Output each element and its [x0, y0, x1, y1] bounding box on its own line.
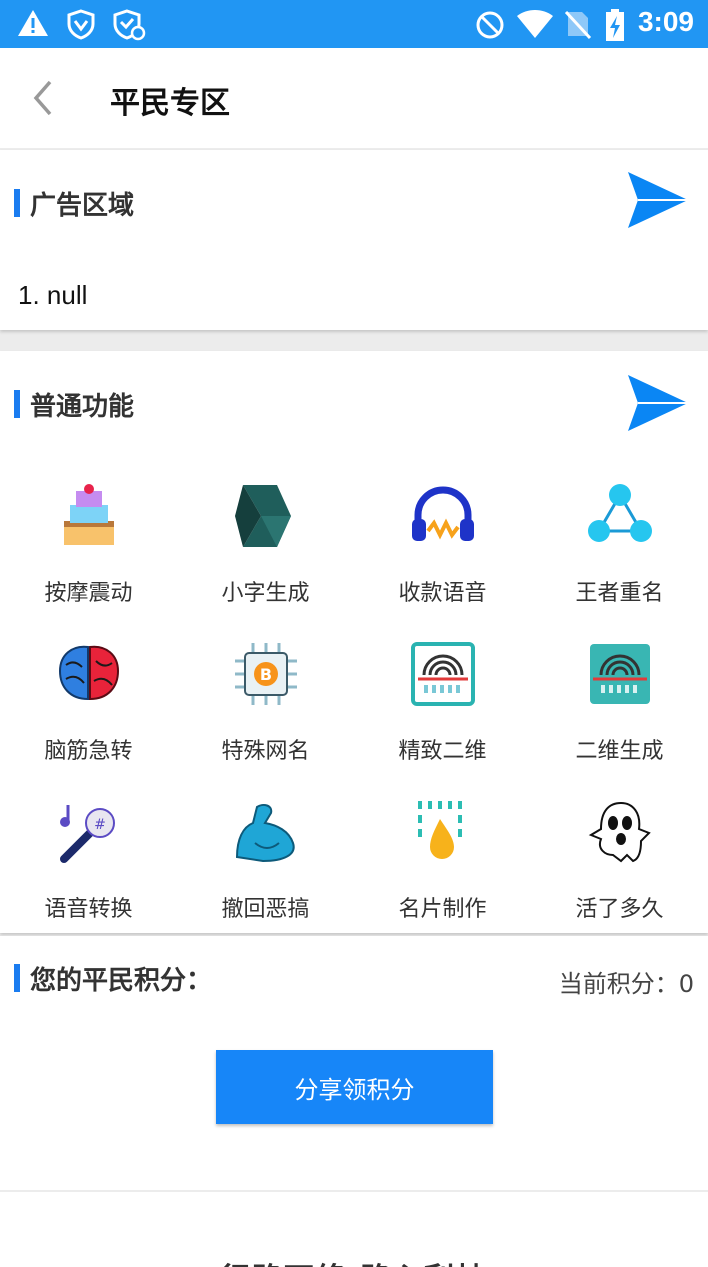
- feature-small-text[interactable]: 小字生成: [177, 483, 354, 633]
- footer-card: 行路可终 路心利持: [0, 1192, 708, 1267]
- svg-text:#: #: [94, 817, 106, 833]
- headphones-icon: [412, 486, 474, 541]
- svg-text:B: B: [260, 665, 272, 684]
- fingerprint-scan-icon: [411, 642, 475, 706]
- ad-list-item[interactable]: 1. null: [18, 280, 87, 311]
- feature-label: 活了多久: [575, 897, 664, 922]
- feature-label: 王者重名: [575, 581, 664, 606]
- feature-label: 二维生成: [575, 739, 664, 764]
- feature-massage-vibrate[interactable]: 按摩震动: [0, 483, 177, 633]
- share-nodes-icon: [588, 484, 652, 542]
- status-bar: 3:09: [0, 0, 708, 48]
- alert-icon: [18, 10, 48, 36]
- chevron-left-icon[interactable]: [22, 76, 66, 120]
- feature-payment-voice[interactable]: 收款语音: [354, 483, 531, 633]
- feature-card-maker[interactable]: 名片制作: [354, 799, 531, 949]
- vpn-shield-icon: [67, 9, 95, 40]
- do-not-disturb-icon: [476, 11, 504, 39]
- feature-life-span[interactable]: 活了多久: [531, 799, 708, 949]
- feature-recall-prank[interactable]: 撤回恶搞: [177, 799, 354, 949]
- muscle-arm-icon: [235, 804, 295, 863]
- footer-slogan: 行路可终 路心利持: [0, 1254, 708, 1267]
- wifi-icon: [517, 10, 553, 38]
- send-icon[interactable]: [626, 373, 690, 433]
- feature-fancy-qr[interactable]: 精致二维: [354, 641, 531, 791]
- features-section-title: 普通功能: [30, 392, 135, 422]
- battery-charging-icon: [606, 9, 624, 41]
- brain-icon: [58, 645, 120, 701]
- section-accent-bar: [14, 390, 20, 418]
- ad-section-header: 广告区域: [0, 183, 708, 223]
- feature-special-nickname[interactable]: B 特殊网名: [177, 641, 354, 791]
- status-time: 3:09: [637, 6, 694, 37]
- section-accent-bar: [14, 964, 20, 992]
- features-section-header: 普通功能: [0, 384, 708, 424]
- points-card: 您的平民积分： 当前积分：0 分享领积分: [0, 936, 708, 1190]
- feature-label: 按摩震动: [44, 581, 133, 606]
- feature-king-rename[interactable]: 王者重名: [531, 483, 708, 633]
- no-sim-icon: [564, 10, 592, 40]
- feature-label: 语音转换: [44, 897, 133, 922]
- feature-label: 收款语音: [398, 581, 487, 606]
- shower-drop-icon: [418, 801, 462, 859]
- send-icon[interactable]: [626, 170, 690, 230]
- ghost-icon: [588, 801, 651, 863]
- feature-voice-convert[interactable]: # 语音转换: [0, 799, 177, 949]
- feature-label: 撤回恶搞: [221, 897, 310, 922]
- feature-label: 精致二维: [398, 739, 487, 764]
- shield-settings-icon: [113, 9, 146, 41]
- feature-qr-generate[interactable]: 二维生成: [531, 641, 708, 791]
- feature-label: 名片制作: [398, 897, 487, 922]
- points-section-title: 您的平民积分：: [30, 966, 213, 996]
- ad-card: 广告区域 1. null: [0, 150, 708, 330]
- bitcoin-chip-icon: B: [235, 643, 297, 705]
- features-card: 普通功能 按摩震动 小字生成 收款语音 王者重名 脑筋急转 B 特殊网名 精致二…: [0, 351, 708, 933]
- section-accent-bar: [14, 189, 20, 217]
- feature-label: 小字生成: [221, 581, 310, 606]
- share-for-points-button[interactable]: 分享领积分: [216, 1050, 493, 1124]
- ad-section-title: 广告区域: [30, 191, 135, 221]
- feature-label: 脑筋急转: [44, 739, 133, 764]
- 3d-logo-icon: [235, 485, 291, 547]
- current-points: 当前积分：0: [558, 970, 694, 998]
- app-bar: 平民专区: [0, 48, 708, 148]
- microphone-icon: #: [60, 805, 115, 863]
- cake-icon: [64, 484, 114, 545]
- feature-label: 特殊网名: [221, 739, 310, 764]
- page-title: 平民专区: [110, 86, 230, 121]
- fingerprint-scan-filled-icon: [590, 644, 650, 704]
- feature-brain-teaser[interactable]: 脑筋急转: [0, 641, 177, 791]
